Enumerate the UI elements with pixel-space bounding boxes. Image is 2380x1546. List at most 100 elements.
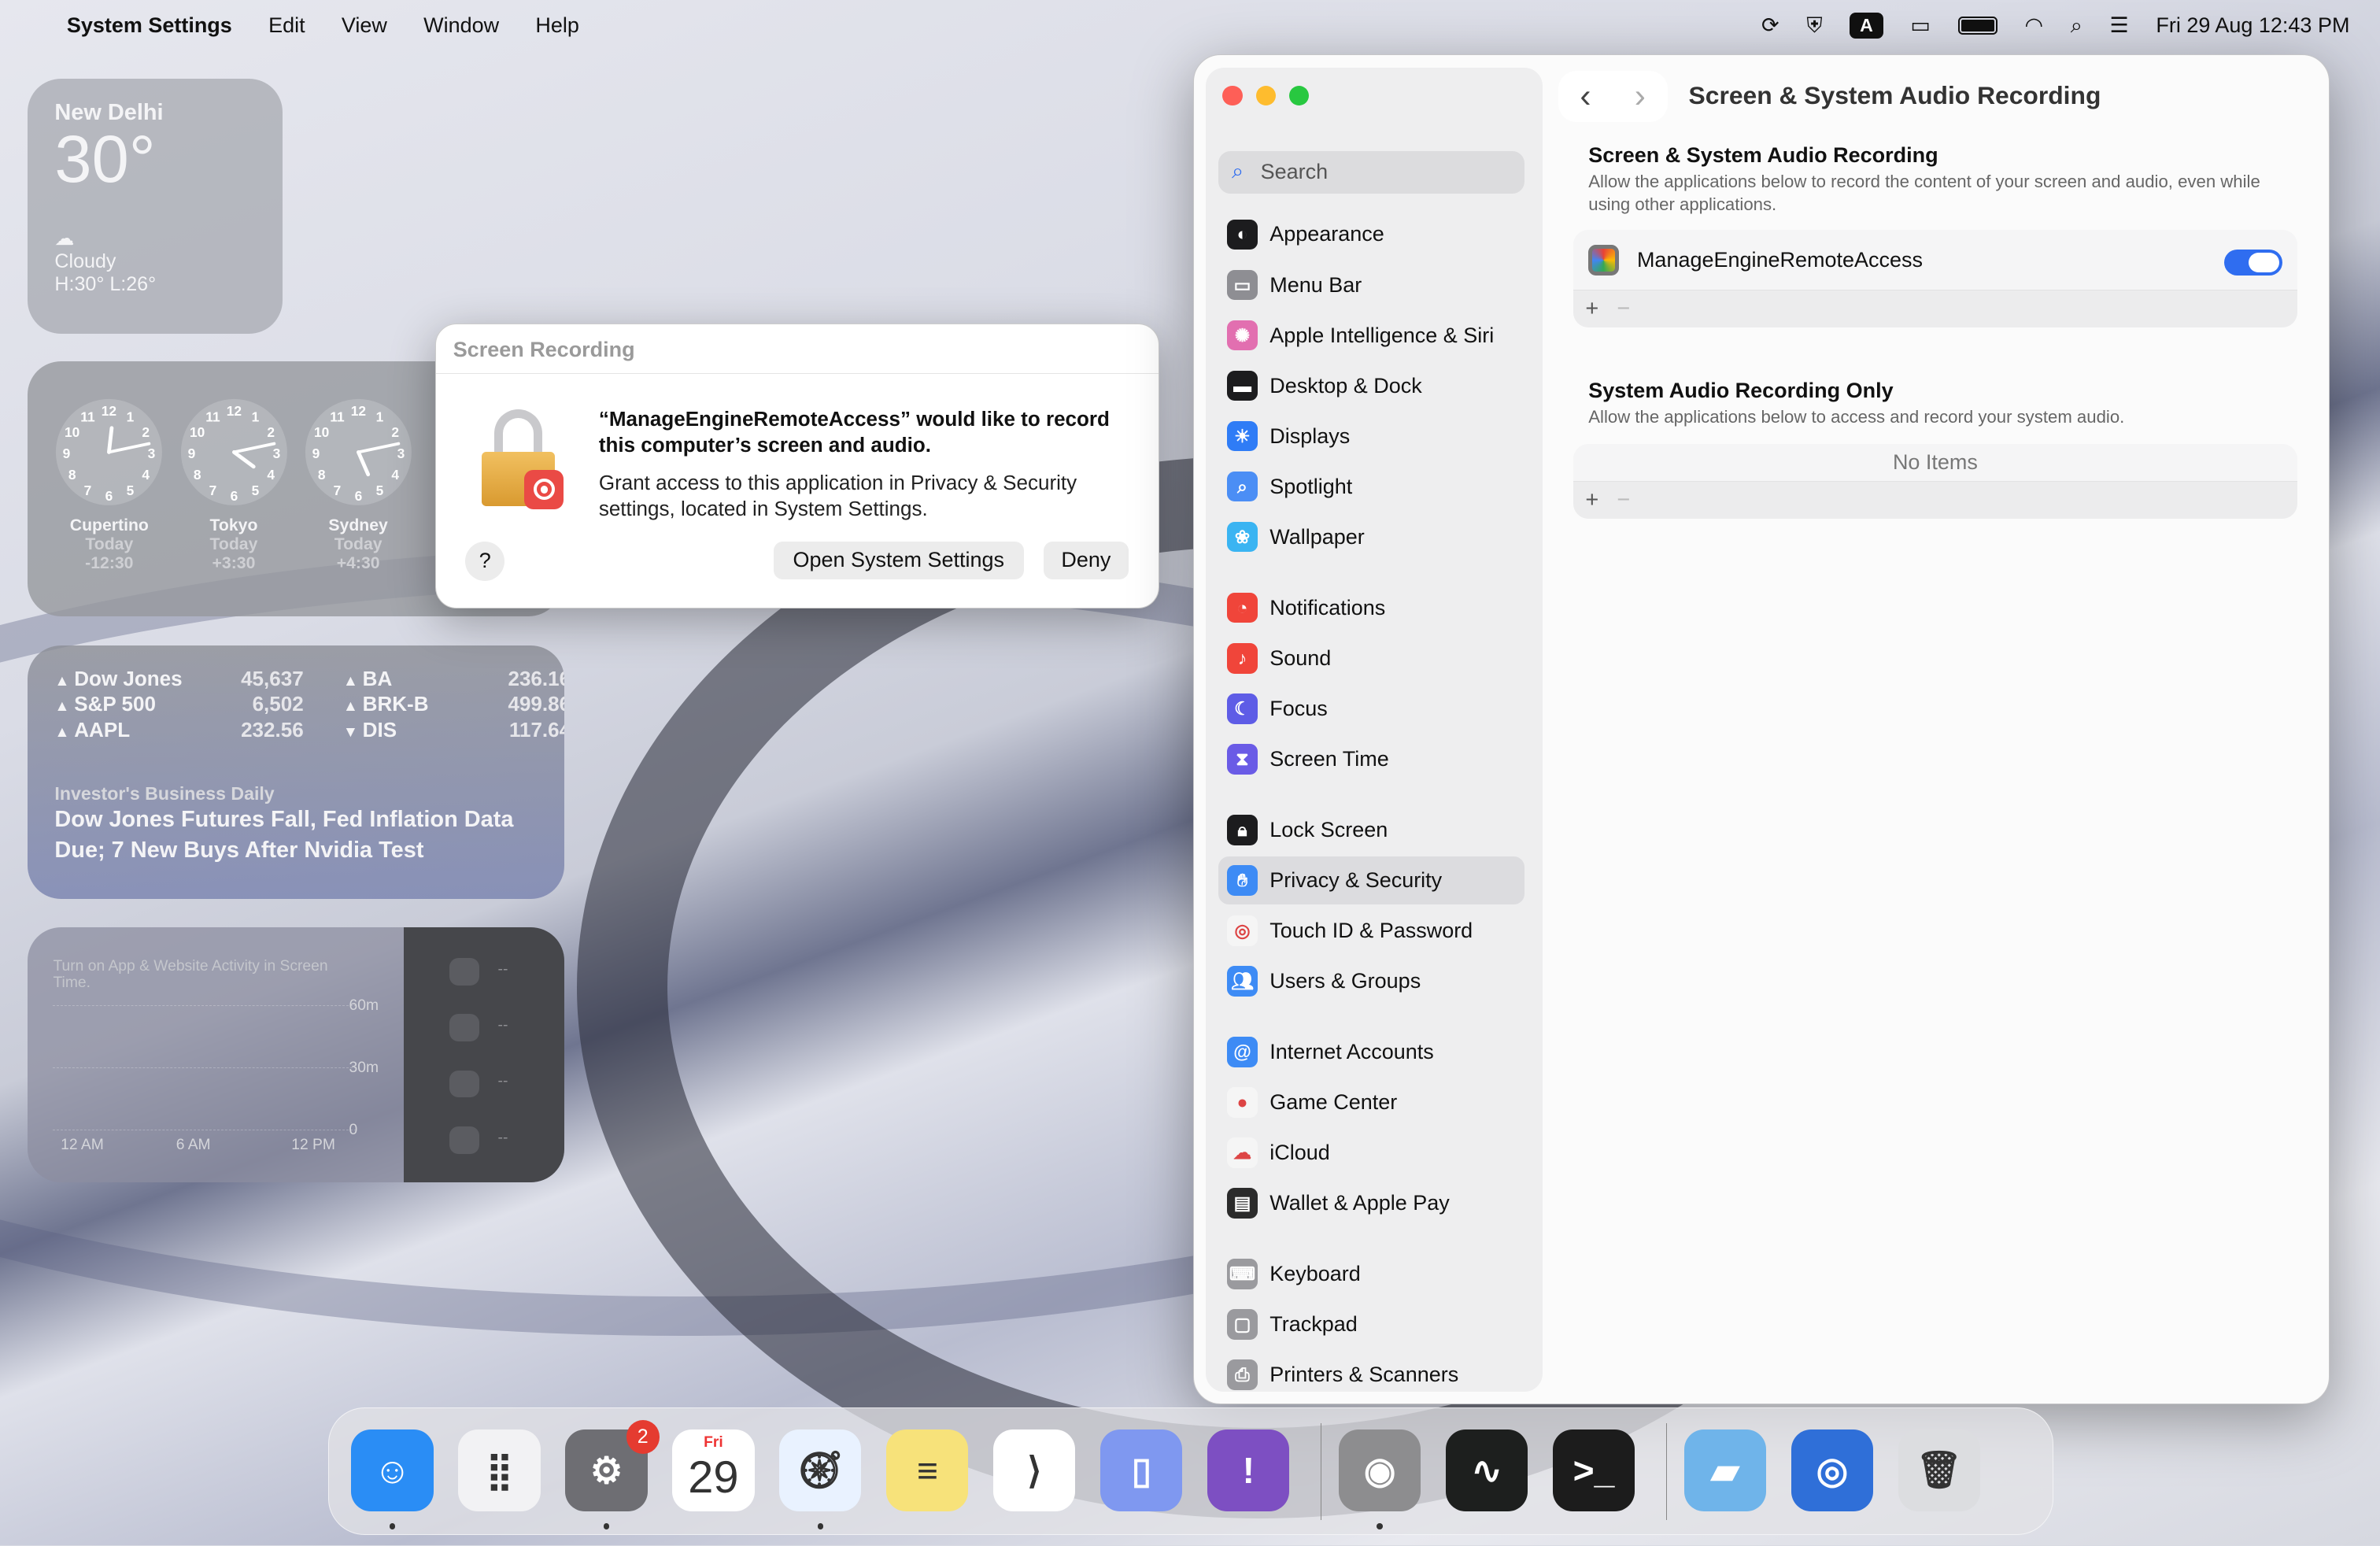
sidebar-item-game-center[interactable]: ●Game Center — [1218, 1078, 1525, 1127]
vpn-icon[interactable]: ⛨ — [1806, 13, 1822, 39]
sync-icon[interactable]: ⟳ — [1761, 13, 1779, 38]
google-chrome-icon: ◉ — [1364, 1449, 1395, 1492]
clock-day: Today — [301, 535, 416, 554]
dock-safari-technology-preview[interactable]: ◎ — [1791, 1429, 1873, 1511]
remove-app-button[interactable]: − — [1617, 487, 1630, 513]
deny-button[interactable]: Deny — [1044, 542, 1129, 579]
sidebar-item-apple-intelligence-siri[interactable]: ✺ Apple Intelligence & Siri — [1218, 311, 1525, 360]
close-window-button[interactable] — [1222, 86, 1242, 105]
sidebar-item-printers-scanners[interactable]: ⎙Printers & Scanners — [1218, 1351, 1525, 1400]
sidebar-item-spotlight[interactable]: ⌕Spotlight — [1218, 462, 1525, 511]
sidebar-item-appearance[interactable]: ◐Appearance — [1218, 210, 1525, 259]
sidebar-item-wallet-apple-pay[interactable]: ▤Wallet & Apple Pay — [1218, 1179, 1525, 1228]
dock-separator — [1666, 1423, 1667, 1520]
stock-row[interactable]: ▲BA236.16 — [304, 667, 565, 693]
svg-text:1: 1 — [127, 409, 135, 425]
dock-notes[interactable]: ≡ — [886, 1429, 968, 1511]
dock-trash[interactable]: 🗑︎ — [1898, 1429, 1980, 1511]
control-center-icon[interactable]: ☰ — [2110, 13, 2129, 38]
spotlight-icon[interactable]: ⌕ — [2071, 13, 2082, 39]
stock-symbol: BRK-B — [363, 692, 429, 716]
menu-window[interactable]: Window — [423, 13, 499, 38]
dock-visual-studio-code[interactable]: ⟩ — [993, 1429, 1075, 1511]
dock-applications[interactable]: ▰ — [1684, 1429, 1766, 1511]
sidebar-item-label: Apple Intelligence & Siri — [1269, 324, 1494, 348]
zoom-window-button[interactable] — [1289, 86, 1309, 105]
simulator-icon: ▯ — [1132, 1449, 1151, 1492]
back-button[interactable]: ‹ — [1580, 77, 1591, 115]
help-button[interactable]: ? — [465, 542, 504, 581]
sidebar-item-wallpaper[interactable]: ❀Wallpaper — [1218, 512, 1525, 561]
display-icon[interactable]: ▭ — [1910, 13, 1931, 38]
weather-widget[interactable]: New Delhi 30° ☁Cloudy H:30° L:26° — [28, 79, 283, 334]
minimize-window-button[interactable] — [1256, 86, 1276, 105]
svg-text:5: 5 — [127, 483, 135, 498]
sidebar-item-label: Game Center — [1269, 1090, 1397, 1115]
world-clock[interactable]: 123456789101112TokyoToday+3:30 — [176, 398, 292, 572]
sidebar-item-label: Lock Screen — [1269, 818, 1388, 842]
stocks-widget[interactable]: ▲Dow Jones45,637▲S&P 5006,502▲AAPL232.56… — [28, 645, 565, 899]
sidebar-item-users-groups[interactable]: 👥︎Users & Groups — [1218, 957, 1525, 1006]
sidebar-item-internet-accounts[interactable]: @Internet Accounts — [1218, 1028, 1525, 1077]
sidebar-item-touch-id-password[interactable]: ◎Touch ID & Password — [1218, 907, 1525, 956]
menu-view[interactable]: View — [342, 13, 387, 38]
search-input[interactable]: ⌕ Search — [1218, 151, 1525, 194]
dock-terminal[interactable]: >_ — [1553, 1429, 1635, 1511]
add-app-button[interactable]: + — [1585, 296, 1598, 322]
apple-intelligence-siri-icon: ✺ — [1227, 320, 1258, 351]
appearance-icon: ◐ — [1227, 220, 1258, 250]
sidebar-item-screen-time[interactable]: ⧗Screen Time — [1218, 734, 1525, 783]
screen-time-widget[interactable]: Turn on App & Website Activity in Screen… — [28, 927, 565, 1182]
stock-row[interactable]: ▲BRK-B499.86 — [304, 692, 565, 718]
dock-feedback-assistant[interactable]: ! — [1207, 1429, 1289, 1511]
svg-text:12: 12 — [226, 403, 241, 419]
menu-help[interactable]: Help — [535, 13, 579, 38]
app-icon-placeholder — [449, 958, 480, 986]
sidebar-item-displays[interactable]: ☀Displays — [1218, 412, 1525, 460]
forward-button[interactable]: › — [1635, 77, 1646, 115]
sidebar-item-desktop-dock[interactable]: ▬Desktop & Dock — [1218, 361, 1525, 410]
dock-calendar[interactable]: Fri29 — [672, 1429, 754, 1511]
stock-row[interactable]: ▲Dow Jones45,637 — [54, 667, 303, 693]
menu-edit[interactable]: Edit — [268, 13, 305, 38]
world-clock[interactable]: 123456789101112SydneyToday+4:30 — [301, 398, 416, 572]
open-system-settings-button[interactable]: Open System Settings — [774, 542, 1024, 579]
sidebar-item-lock-screen[interactable]: 🔒︎Lock Screen — [1218, 806, 1525, 855]
battery-icon[interactable] — [1958, 17, 1998, 35]
dock-launchpad[interactable]: ⣿ — [458, 1429, 540, 1511]
input-source-icon[interactable]: A — [1850, 13, 1883, 39]
clock-face-icon: 123456789101112 — [54, 398, 164, 507]
stock-row[interactable]: ▲S&P 5006,502 — [54, 692, 303, 718]
touch-id-password-icon: ◎ — [1227, 915, 1258, 946]
stock-direction-icon: ▲ — [343, 698, 358, 715]
sidebar-item-privacy-security[interactable]: ✋︎Privacy & Security — [1218, 856, 1525, 905]
app-permission-toggle[interactable] — [2224, 250, 2282, 276]
wifi-icon[interactable]: ◠ — [2024, 13, 2043, 38]
app-usage: -- — [498, 1073, 508, 1090]
dock-google-chrome[interactable]: ◉ — [1339, 1429, 1421, 1511]
trash-icon: 🗑︎ — [1916, 1448, 1962, 1492]
sidebar-item-notifications[interactable]: ◔Notifications — [1218, 583, 1525, 632]
stock-row[interactable]: ▲AAPL232.56 — [54, 718, 303, 744]
sidebar-item-icloud[interactable]: ☁iCloud — [1218, 1129, 1525, 1178]
news-headline[interactable]: Dow Jones Futures Fall, Fed Inflation Da… — [54, 804, 537, 865]
dock-activity-monitor[interactable]: ∿ — [1446, 1429, 1528, 1511]
dock-simulator[interactable]: ▯ — [1100, 1429, 1182, 1511]
add-app-button[interactable]: + — [1585, 487, 1598, 513]
menu-bar-icon: ▭ — [1227, 270, 1258, 301]
sidebar-item-menu-bar[interactable]: ▭Menu Bar — [1218, 261, 1525, 309]
dock-finder[interactable]: ☺ — [351, 1429, 433, 1511]
menubar-clock[interactable]: Fri 29 Aug 12:43 PM — [2156, 13, 2349, 38]
wallpaper-icon: ❀ — [1227, 522, 1258, 553]
sidebar-item-focus[interactable]: ☾Focus — [1218, 684, 1525, 733]
sidebar-item-keyboard[interactable]: ⌨Keyboard — [1218, 1250, 1525, 1299]
menu-app-name[interactable]: System Settings — [67, 13, 232, 38]
remove-app-button[interactable]: − — [1617, 296, 1630, 322]
sidebar-item-sound[interactable]: ♪Sound — [1218, 634, 1525, 682]
world-clock[interactable]: 123456789101112CupertinoToday-12:30 — [52, 398, 168, 572]
settings-sidebar: ⌕ Search ◐Appearance▭Menu Bar ✺ Apple Inte… — [1206, 68, 1543, 1392]
sidebar-item-trackpad[interactable]: ▢Trackpad — [1218, 1300, 1525, 1349]
stock-row[interactable]: ▼DIS117.64 — [304, 718, 565, 744]
dock-safari[interactable]: 🧭︎ — [779, 1429, 861, 1511]
app-usage: -- — [498, 1130, 508, 1147]
